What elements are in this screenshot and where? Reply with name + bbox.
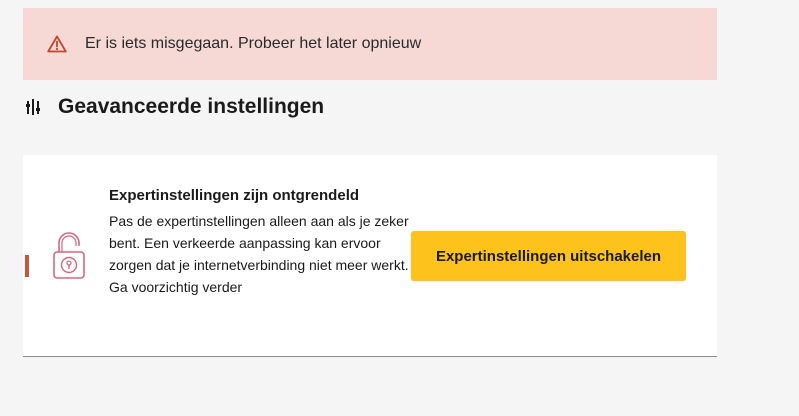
card-body: Pas de expertinstellingen alleen aan als… bbox=[109, 210, 409, 298]
section-header: Geavanceerde instellingen bbox=[26, 92, 324, 122]
page-title: Geavanceerde instellingen bbox=[58, 95, 325, 118]
card-heading: Expertinstellingen zijn ontgrendeld bbox=[109, 187, 360, 204]
card-text: Expertinstellingen zijn ontgrendeld Pas … bbox=[109, 187, 409, 298]
card-accent-bar bbox=[25, 255, 29, 277]
unlocked-padlock-icon bbox=[51, 230, 87, 280]
settings-slider-icon bbox=[26, 98, 42, 116]
card-warning-text: Pas de expertinstellingen alleen aan als… bbox=[109, 213, 409, 273]
card-caution-text: Ga voorzichtig verder bbox=[109, 279, 243, 295]
expert-settings-card: Expertinstellingen zijn ontgrendeld Pas … bbox=[23, 155, 717, 357]
error-message: Er is iets misgegaan. Probeer het later … bbox=[85, 35, 422, 52]
disable-expert-settings-button[interactable]: Expertinstellingen uitschakelen bbox=[411, 231, 686, 281]
warning-triangle-icon bbox=[46, 34, 68, 54]
error-banner: Er is iets misgegaan. Probeer het later … bbox=[23, 8, 717, 80]
